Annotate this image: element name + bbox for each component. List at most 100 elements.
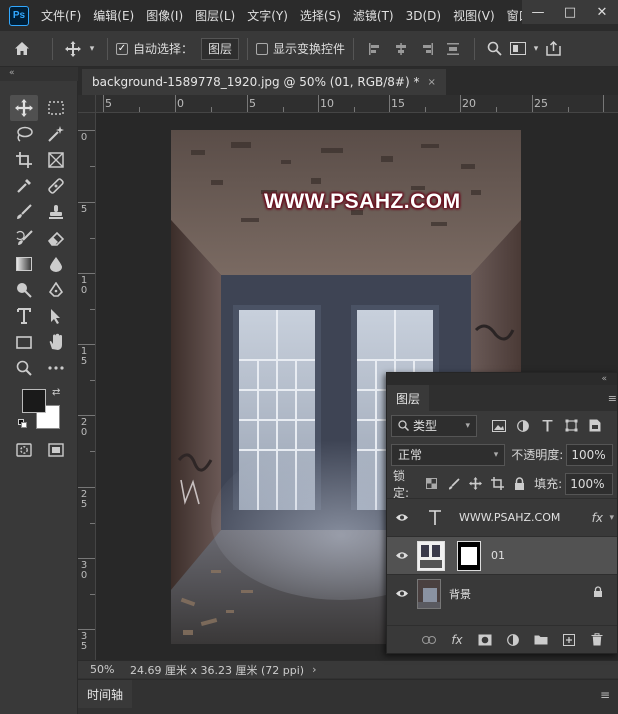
filter-smart-object-icon[interactable] <box>583 415 607 437</box>
lock-artboard-icon[interactable] <box>486 473 508 495</box>
pen-tool-icon[interactable] <box>42 277 70 303</box>
filter-adjustment-icon[interactable] <box>511 415 535 437</box>
add-layer-style-icon[interactable]: fx <box>445 629 469 651</box>
lock-icon[interactable] <box>593 586 603 601</box>
link-icon[interactable] <box>447 551 455 561</box>
timeline-tab[interactable]: 时间轴 <box>78 680 133 708</box>
distribute-icon[interactable] <box>440 42 466 56</box>
close-window-button[interactable]: ✕ <box>586 0 618 24</box>
more-tools-icon[interactable] <box>42 355 70 381</box>
opacity-field[interactable]: 100% <box>566 443 613 466</box>
brush-tool-icon[interactable] <box>10 199 38 225</box>
marquee-tool-icon[interactable] <box>42 95 70 121</box>
layer-filter-dropdown[interactable]: 类型 ▾ <box>391 414 477 437</box>
new-layer-icon[interactable] <box>557 629 581 651</box>
chevron-down-icon[interactable]: ▾ <box>531 44 541 54</box>
lock-transparent-pixels-icon[interactable] <box>421 473 443 495</box>
maximize-button[interactable]: □ <box>554 0 586 24</box>
menu-image[interactable]: 图像(I) <box>140 7 189 24</box>
fill-field[interactable]: 100% <box>565 472 613 495</box>
eyedropper-tool-icon[interactable] <box>10 173 38 199</box>
eye-icon[interactable] <box>387 589 417 598</box>
minimize-button[interactable]: — <box>522 0 554 24</box>
layer-name[interactable]: WWW.PSAHZ.COM <box>459 511 560 524</box>
home-icon[interactable] <box>0 41 44 56</box>
foreground-color-swatch[interactable] <box>22 389 46 413</box>
horizontal-ruler[interactable]: 5 0 5 10 15 20 25 <box>96 95 618 113</box>
hand-tool-icon[interactable] <box>42 329 70 355</box>
eye-icon[interactable] <box>387 551 417 560</box>
chevron-down-icon[interactable]: ▾ <box>85 44 99 54</box>
swap-colors-icon[interactable]: ⇄ <box>52 387 60 398</box>
filter-shape-icon[interactable] <box>559 415 583 437</box>
menu-filter[interactable]: 滤镜(T) <box>347 7 400 24</box>
workspace-icon[interactable] <box>505 42 531 55</box>
search-icon[interactable] <box>483 41 505 56</box>
menu-3d[interactable]: 3D(D) <box>400 9 447 23</box>
layers-panel-menu-icon[interactable]: ≡ <box>608 392 617 405</box>
layer-row[interactable]: 背景 <box>387 574 617 612</box>
layers-panel-collapse[interactable]: « <box>387 373 617 385</box>
healing-brush-tool-icon[interactable] <box>42 173 70 199</box>
layer-effects-badge[interactable]: fx <box>592 511 603 525</box>
filter-pixel-icon[interactable] <box>487 415 511 437</box>
screen-mode-icon[interactable] <box>42 437 70 463</box>
show-transform-checkbox[interactable] <box>256 42 269 55</box>
add-mask-icon[interactable] <box>473 629 497 651</box>
align-left-icon[interactable] <box>362 42 388 56</box>
auto-select-checkbox[interactable]: ✓ <box>116 42 128 55</box>
move-tool-preset-icon[interactable] <box>61 40 85 57</box>
lock-position-icon[interactable] <box>465 473 487 495</box>
align-right-icon[interactable] <box>414 42 440 56</box>
status-info-arrow[interactable]: › <box>312 663 316 676</box>
link-layers-icon[interactable] <box>417 629 441 651</box>
default-colors-icon[interactable] <box>18 419 28 429</box>
zoom-level[interactable]: 50% <box>78 663 118 676</box>
layer-name[interactable]: 背景 <box>449 586 471 602</box>
rectangle-tool-icon[interactable] <box>10 329 38 355</box>
ruler-origin[interactable] <box>78 95 96 113</box>
menu-select[interactable]: 选择(S) <box>294 7 347 24</box>
zoom-tool-icon[interactable] <box>10 355 38 381</box>
timeline-menu-icon[interactable]: ≡ <box>600 688 610 702</box>
history-brush-tool-icon[interactable] <box>10 225 38 251</box>
filter-type-icon[interactable] <box>535 415 559 437</box>
blend-mode-dropdown[interactable]: 正常 ▾ <box>391 443 506 466</box>
chevron-down-icon[interactable]: ▾ <box>609 513 614 523</box>
toolbar-collapse[interactable]: « <box>0 67 78 81</box>
blur-tool-icon[interactable] <box>42 251 70 277</box>
gradient-tool-icon[interactable] <box>10 251 38 277</box>
type-tool-icon[interactable] <box>10 303 38 329</box>
clone-stamp-tool-icon[interactable] <box>42 199 70 225</box>
quick-mask-icon[interactable] <box>10 437 38 463</box>
document-tab[interactable]: background-1589778_1920.jpg @ 50% (01, R… <box>82 69 446 95</box>
eye-icon[interactable] <box>387 513 417 522</box>
photoshop-logo[interactable]: Ps <box>9 5 29 26</box>
menu-layer[interactable]: 图层(L) <box>189 7 241 24</box>
adjustment-layer-icon[interactable] <box>501 629 525 651</box>
tab-layers[interactable]: 图层 <box>387 385 430 411</box>
delete-layer-icon[interactable] <box>585 629 609 651</box>
move-tool-icon[interactable] <box>10 95 38 121</box>
menu-edit[interactable]: 编辑(E) <box>87 7 140 24</box>
frame-tool-icon[interactable] <box>42 147 70 173</box>
lock-image-pixels-icon[interactable] <box>443 473 465 495</box>
layer-mask-thumbnail[interactable] <box>457 540 481 571</box>
lock-all-icon[interactable] <box>508 473 530 495</box>
path-selection-tool-icon[interactable] <box>42 303 70 329</box>
share-icon[interactable] <box>541 41 565 56</box>
new-group-icon[interactable] <box>529 629 553 651</box>
menu-type[interactable]: 文字(Y) <box>241 7 294 24</box>
crop-tool-icon[interactable] <box>10 147 38 173</box>
menu-file[interactable]: 文件(F) <box>35 7 87 24</box>
align-center-icon[interactable] <box>388 42 414 56</box>
dodge-tool-icon[interactable] <box>10 277 38 303</box>
vertical-ruler[interactable]: 0 5 10 15 20 25 30 35 <box>78 113 96 660</box>
lasso-tool-icon[interactable] <box>10 121 38 147</box>
layer-name[interactable]: 01 <box>491 549 505 562</box>
close-tab-icon[interactable]: × <box>427 77 435 88</box>
auto-select-target-dropdown[interactable]: 图层 <box>201 37 240 60</box>
magic-wand-tool-icon[interactable] <box>42 121 70 147</box>
layer-row[interactable]: 01 <box>387 536 617 574</box>
layer-row[interactable]: WWW.PSAHZ.COM fx ▾ <box>387 498 617 536</box>
